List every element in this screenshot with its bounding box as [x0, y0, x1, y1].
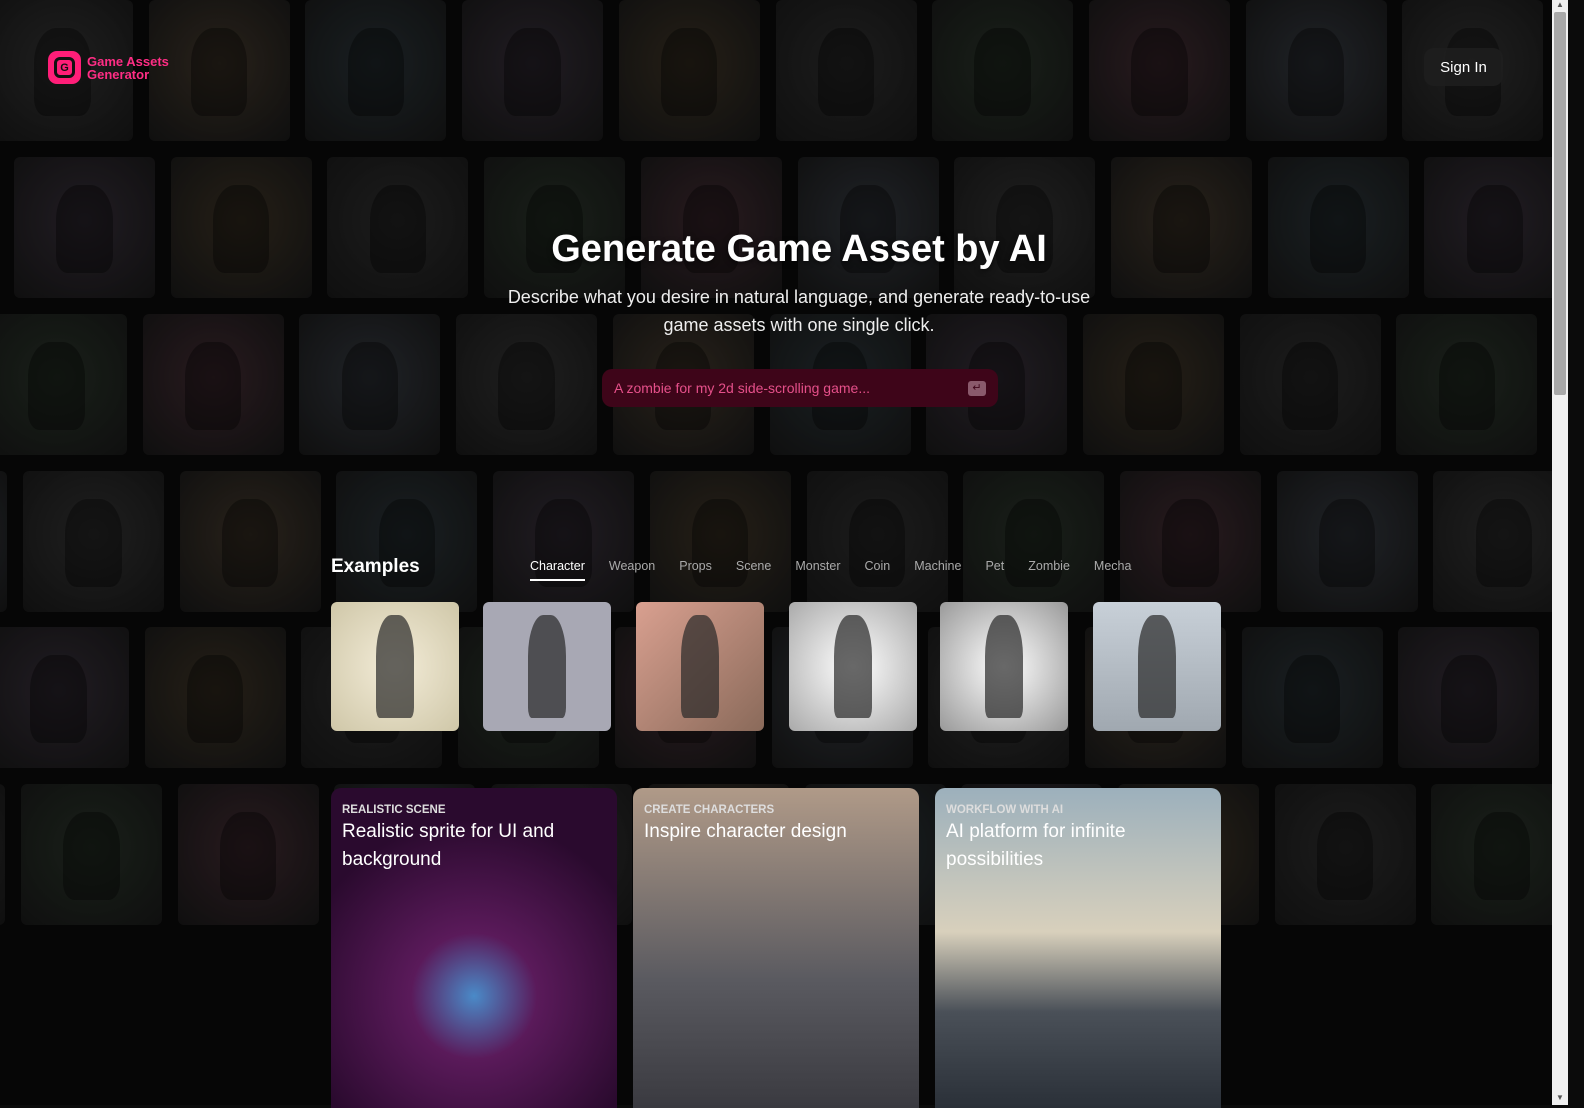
tab-monster[interactable]: Monster: [795, 559, 840, 581]
feature-kicker: WORKFLOW WITH AI: [946, 804, 1064, 816]
logo-icon: G: [48, 51, 81, 84]
example-thumbnail[interactable]: [789, 602, 917, 731]
tab-coin[interactable]: Coin: [865, 559, 891, 581]
logo[interactable]: G Game Assets Generator: [48, 51, 169, 84]
sign-in-button[interactable]: Sign In: [1424, 48, 1503, 86]
feature-kicker: CREATE CHARACTERS: [644, 804, 775, 816]
example-thumbnail[interactable]: [1093, 602, 1221, 731]
feature-card[interactable]: WORKFLOW WITH AI AI platform for infinite…: [935, 788, 1221, 1108]
scroll-up-icon[interactable]: ▲: [1552, 0, 1568, 12]
feature-card[interactable]: REALISTIC SCENE Realistic sprite for UI a…: [331, 788, 617, 1108]
tab-scene[interactable]: Scene: [736, 559, 771, 581]
scrollbar-thumb[interactable]: [1554, 12, 1566, 395]
tab-pet[interactable]: Pet: [985, 559, 1004, 581]
hero-title: Generate Game Asset by AI: [551, 228, 1047, 270]
logo-text-line2: Generator: [87, 66, 150, 82]
prompt-input[interactable]: [614, 380, 968, 396]
example-thumbnail[interactable]: [331, 602, 459, 731]
examples-title: Examples: [331, 556, 420, 577]
examples-tabs: Character Weapon Props Scene Monster Coin Mach…: [530, 559, 1155, 581]
feature-kicker: REALISTIC SCENE: [342, 804, 446, 816]
example-thumbnail[interactable]: [940, 602, 1068, 731]
enter-key-icon[interactable]: ↵: [968, 380, 986, 396]
feature-card[interactable]: CREATE CHARACTERS Inspire character desig…: [633, 788, 919, 1108]
feature-title: Realistic sprite for UI and background: [342, 821, 555, 870]
tab-props[interactable]: Props: [679, 559, 712, 581]
tab-mecha[interactable]: Mecha: [1094, 559, 1132, 581]
logo-text-line1: Game Assets: [87, 53, 169, 69]
example-thumbnail[interactable]: [483, 602, 611, 731]
example-thumbnail[interactable]: [636, 602, 764, 731]
scroll-down-icon[interactable]: ▼: [1552, 1093, 1568, 1105]
tab-character[interactable]: Character: [530, 559, 585, 581]
feature-title: AI platform for infinite possibilities: [946, 821, 1126, 870]
tab-weapon[interactable]: Weapon: [609, 559, 655, 581]
tab-zombie[interactable]: Zombie: [1028, 559, 1070, 581]
prompt-bar: ↵: [602, 369, 998, 407]
hero-subtitle: Describe what you desire in natural lang…: [507, 287, 1091, 335]
feature-title: Inspire character design: [644, 821, 847, 842]
tab-machine[interactable]: Machine: [914, 559, 961, 581]
